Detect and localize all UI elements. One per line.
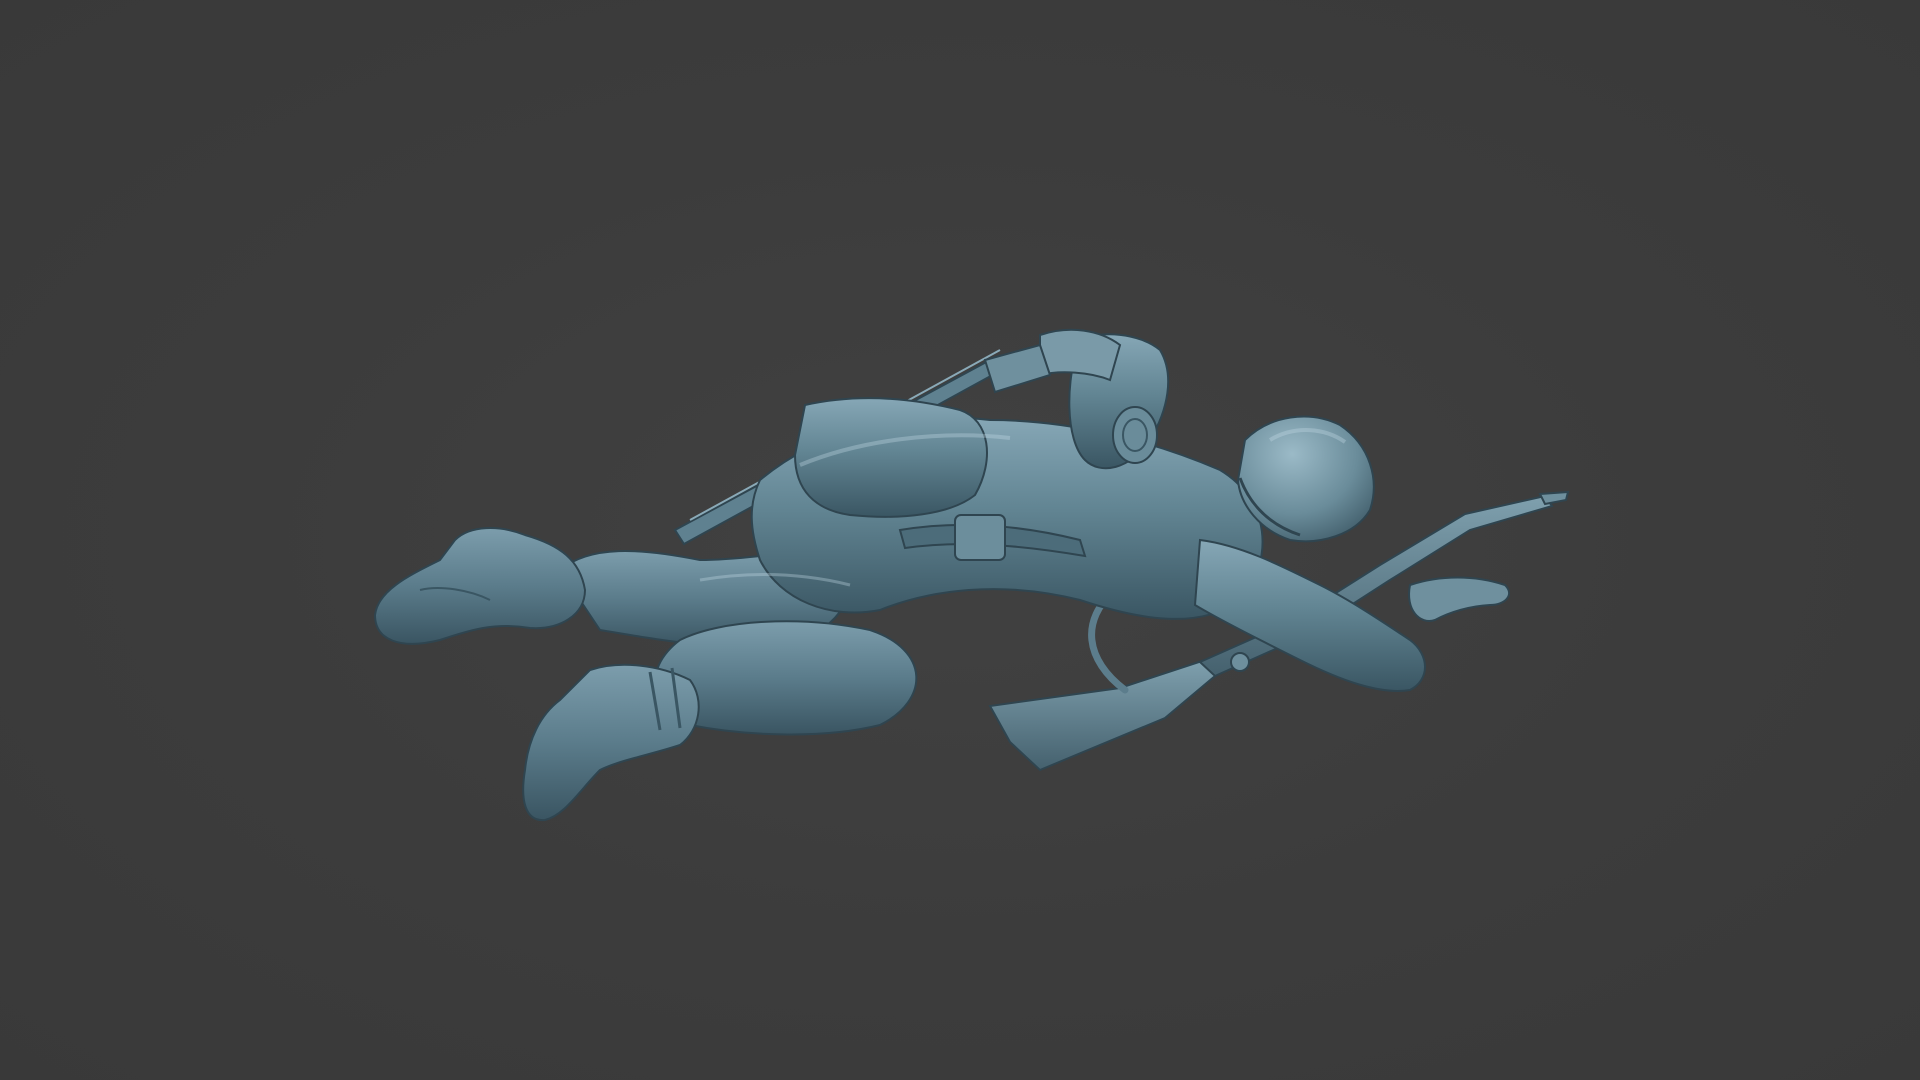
lower-leg [522, 620, 918, 822]
soldier-model-render[interactable] [0, 0, 1920, 1080]
3d-viewport[interactable] [0, 0, 1920, 1080]
